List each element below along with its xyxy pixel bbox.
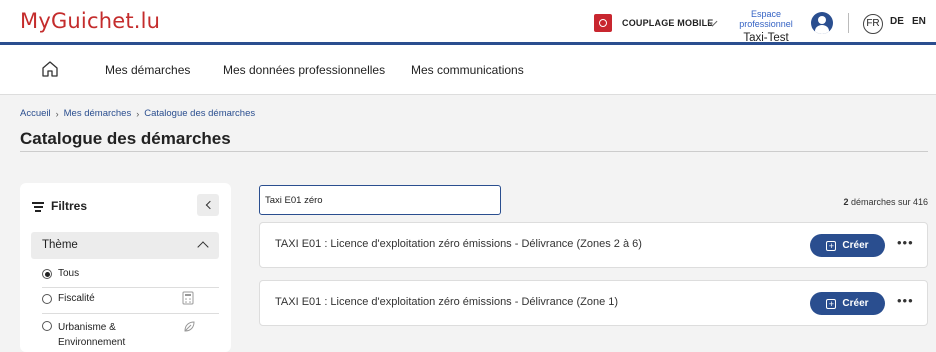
result-card[interactable]: TAXI E01 : Licence d'exploitation zéro é… — [259, 280, 928, 326]
couplage-label: COUPLAGE MOBILE — [622, 18, 714, 28]
collapse-filters-button[interactable] — [197, 194, 219, 216]
chevron-right-icon: › — [136, 108, 140, 119]
create-label: Créer — [842, 240, 869, 251]
results-count-suffix: démarches sur 416 — [848, 197, 928, 207]
nav-donnees-professionnelles[interactable]: Mes données professionnelles — [223, 63, 385, 77]
results-count: 2 démarches sur 416 — [843, 197, 928, 207]
calculator-icon — [182, 291, 194, 305]
user-avatar-icon[interactable] — [811, 12, 833, 34]
option-label-line2: Environnement — [58, 337, 126, 348]
filters-panel: Filtres Thème Tous Fiscalité Urbanisme &… — [20, 183, 231, 352]
divider — [42, 287, 219, 288]
lang-de[interactable]: DE — [890, 16, 904, 27]
theme-accordion-header[interactable]: Thème — [31, 232, 219, 259]
result-card[interactable]: TAXI E01 : Licence d'exploitation zéro é… — [259, 222, 928, 268]
couplage-mobile-button[interactable]: COUPLAGE MOBILE — [594, 14, 714, 32]
create-label: Créer — [842, 298, 869, 309]
option-label: Fiscalité — [58, 293, 95, 304]
search-input[interactable] — [259, 185, 501, 215]
more-options-icon[interactable]: ••• — [897, 235, 914, 250]
nav-mes-demarches[interactable]: Mes démarches — [105, 63, 190, 77]
chevron-up-icon — [197, 241, 209, 253]
breadcrumb-mes-demarches[interactable]: Mes démarches — [64, 108, 132, 119]
divider — [42, 313, 219, 314]
more-options-icon[interactable]: ••• — [897, 293, 914, 308]
result-title[interactable]: TAXI E01 : Licence d'exploitation zéro é… — [275, 238, 642, 250]
result-title[interactable]: TAXI E01 : Licence d'exploitation zéro é… — [275, 296, 618, 308]
leaf-icon — [184, 321, 195, 332]
radio-button[interactable] — [42, 294, 52, 304]
page-title: Catalogue des démarches — [20, 129, 231, 148]
space-selector[interactable]: Espace professionnel Taxi-Test — [726, 9, 806, 44]
divider — [848, 13, 849, 33]
option-label-line1: Urbanisme & — [58, 322, 116, 333]
filters-title: Filtres — [51, 199, 88, 213]
logo[interactable]: MyGuichet.lu — [20, 9, 160, 33]
filter-option-fiscalite[interactable]: Fiscalité — [42, 293, 95, 304]
option-label: Tous — [58, 268, 80, 279]
chevron-left-icon — [205, 200, 214, 210]
lang-fr[interactable]: FR — [863, 14, 883, 34]
chevron-right-icon: › — [55, 108, 59, 119]
home-icon[interactable] — [41, 60, 59, 78]
filter-option-urbanisme[interactable]: Urbanisme & Environnement — [42, 320, 125, 350]
mobile-qr-icon — [594, 14, 612, 32]
top-bar: MyGuichet.lu COUPLAGE MOBILE Espace prof… — [0, 0, 936, 44]
breadcrumb-accueil[interactable]: Accueil — [20, 108, 51, 119]
create-button[interactable]: + Créer — [810, 292, 885, 315]
breadcrumb-catalogue[interactable]: Catalogue des démarches — [144, 108, 255, 119]
plus-icon: + — [826, 240, 837, 251]
radio-button[interactable] — [42, 321, 52, 331]
create-button[interactable]: + Créer — [810, 234, 885, 257]
space-type-label: Espace professionnel — [739, 9, 793, 29]
divider — [20, 151, 928, 152]
filter-option-tous[interactable]: Tous — [42, 268, 79, 279]
option-label: Urbanisme & Environnement — [58, 320, 125, 350]
lang-en[interactable]: EN — [912, 16, 926, 27]
filter-icon — [32, 202, 44, 214]
plus-icon: + — [826, 298, 837, 309]
theme-label: Thème — [42, 239, 78, 251]
breadcrumb: Accueil › Mes démarches › Catalogue des … — [20, 108, 255, 119]
nav-mes-communications[interactable]: Mes communications — [411, 63, 524, 77]
main-nav: Mes démarches Mes données professionnell… — [0, 45, 936, 95]
radio-button[interactable] — [42, 269, 52, 279]
